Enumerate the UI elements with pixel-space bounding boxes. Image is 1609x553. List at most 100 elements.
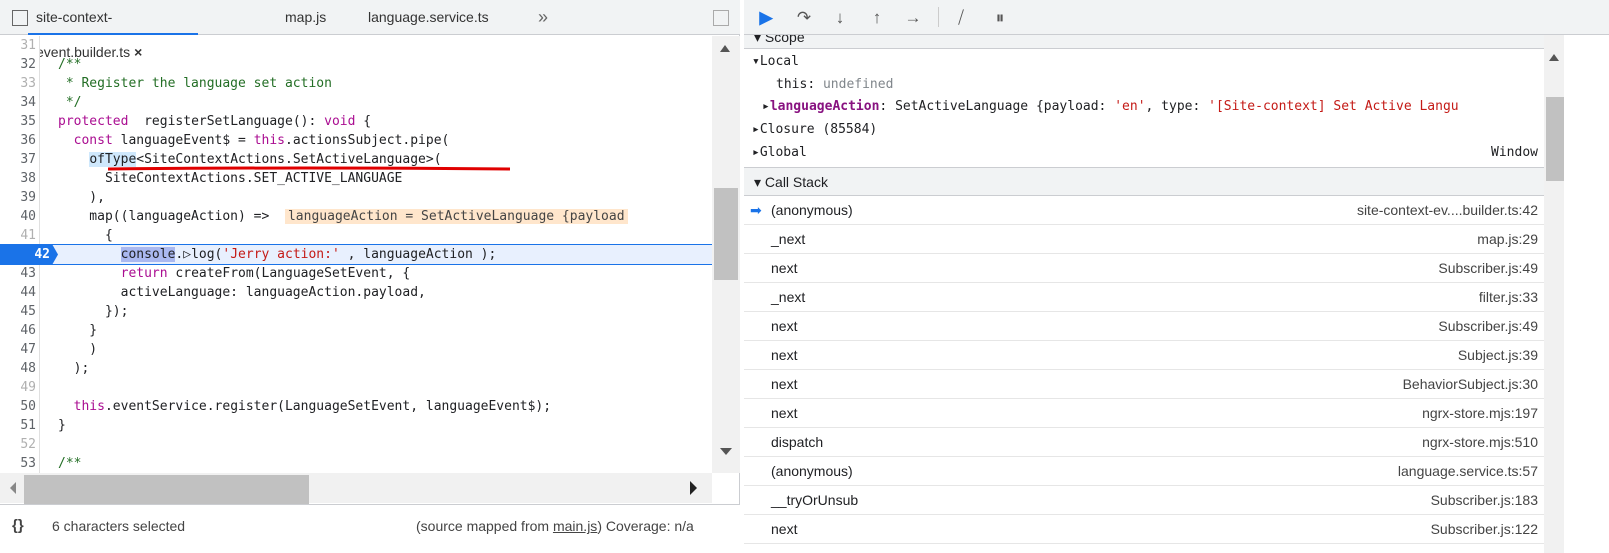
- code-line: /**: [58, 454, 81, 473]
- line-number[interactable]: 52: [0, 435, 36, 454]
- code-token: });: [58, 304, 129, 319]
- frame-location: BehaviorSubject.js:30: [1402, 376, 1538, 392]
- code-token: const: [73, 133, 113, 148]
- code-token: ),: [58, 190, 105, 205]
- line-number[interactable]: 40: [0, 207, 36, 226]
- scope-local[interactable]: ▾Local: [752, 51, 799, 73]
- vertical-scroll-thumb[interactable]: [714, 188, 738, 280]
- resume-icon[interactable]: ▶: [754, 6, 778, 30]
- line-number[interactable]: 43: [0, 264, 36, 283]
- line-number[interactable]: 35: [0, 112, 36, 131]
- step-into-icon[interactable]: ↓: [828, 6, 852, 30]
- code-token: protected: [58, 114, 129, 129]
- call-frame[interactable]: __tryOrUnsub Subscriber.js:183: [744, 486, 1544, 515]
- mapped-suffix: ): [597, 518, 602, 534]
- line-number[interactable]: 50: [0, 397, 36, 416]
- code-line: * Register the language set action: [58, 74, 332, 93]
- step-over-icon[interactable]: ↷: [792, 6, 816, 30]
- line-number[interactable]: 32: [0, 55, 36, 74]
- tab-site-context-event-builder[interactable]: site-context-event.builder.ts ×: [28, 0, 198, 60]
- line-number[interactable]: 45: [0, 302, 36, 321]
- pause-on-exceptions-icon[interactable]: ⏸: [988, 6, 1012, 30]
- sidebar-vertical-scrollbar[interactable]: [1544, 35, 1564, 553]
- call-frame[interactable]: next Subject.js:39: [744, 341, 1544, 370]
- tab-language-service[interactable]: language.service.ts: [368, 0, 489, 35]
- call-frame[interactable]: _next map.js:29: [744, 225, 1544, 254]
- frame-function: next: [771, 260, 798, 276]
- call-frame[interactable]: ➡ (anonymous) site-context-ev....builder.t…: [744, 196, 1544, 225]
- line-number[interactable]: 37: [0, 150, 36, 169]
- deactivate-breakpoints-icon[interactable]: ⧸: [949, 6, 973, 30]
- line-number[interactable]: 38: [0, 169, 36, 188]
- sidebar-scroll-thumb[interactable]: [1546, 97, 1564, 181]
- scroll-right-icon[interactable]: [690, 481, 697, 495]
- this-key: this: [776, 77, 808, 92]
- toggle-navigator-icon[interactable]: [12, 10, 28, 26]
- step-out-icon[interactable]: ↑: [865, 6, 889, 30]
- language-action-class: SetActiveLanguage {payload:: [895, 99, 1115, 114]
- line-number[interactable]: 48: [0, 359, 36, 378]
- frame-location: Subscriber.js:49: [1438, 318, 1538, 334]
- line-number[interactable]: 34: [0, 93, 36, 112]
- call-frame[interactable]: next BehaviorSubject.js:30: [744, 370, 1544, 399]
- breakpoint-marker[interactable]: 42: [0, 244, 58, 265]
- call-frame[interactable]: (anonymous) language.service.ts:57: [744, 457, 1544, 486]
- line-number[interactable]: 47: [0, 340, 36, 359]
- code-token: .eventService.register(LanguageSetEvent,…: [104, 399, 552, 414]
- line-number[interactable]: 51: [0, 416, 36, 435]
- tab-map-js[interactable]: map.js: [285, 0, 326, 35]
- more-tabs-icon[interactable]: »: [538, 0, 548, 35]
- toolbar-divider: [938, 7, 939, 27]
- main-js-link[interactable]: main.js: [553, 518, 597, 534]
- call-stack-section-header[interactable]: ▾ Call Stack: [744, 167, 1544, 196]
- line-number[interactable]: 36: [0, 131, 36, 150]
- call-frame[interactable]: dispatch ngrx-store.mjs:510: [744, 428, 1544, 457]
- scope-section-header[interactable]: ▾ Scope: [744, 35, 1544, 49]
- line-number[interactable]: 44: [0, 283, 36, 302]
- call-frame[interactable]: next Subscriber.js:49: [744, 312, 1544, 341]
- call-frame[interactable]: next ngrx-store.mjs:197: [744, 399, 1544, 428]
- scroll-down-icon[interactable]: [720, 448, 732, 461]
- call-frame[interactable]: _next filter.js:33: [744, 283, 1544, 312]
- editor-vertical-scrollbar[interactable]: [712, 36, 740, 473]
- scope-language-action[interactable]: ▸languageAction: SetActiveLanguage {payl…: [762, 96, 1544, 118]
- code-line: this.eventService.register(LanguageSetEv…: [58, 397, 551, 416]
- code-line: ): [58, 340, 97, 359]
- code-line: /**: [58, 55, 81, 74]
- frame-function: (anonymous): [771, 463, 853, 479]
- scroll-left-icon[interactable]: [10, 482, 16, 494]
- code-token: ): [58, 342, 98, 357]
- code-token: {: [58, 228, 113, 243]
- frame-location: filter.js:33: [1478, 289, 1538, 305]
- step-icon[interactable]: →: [901, 6, 925, 30]
- scroll-up-icon[interactable]: [1549, 49, 1559, 61]
- frame-function: _next: [771, 231, 806, 247]
- line-number[interactable]: 41: [0, 226, 36, 245]
- line-number[interactable]: 46: [0, 321, 36, 340]
- horizontal-scroll-thumb[interactable]: [24, 475, 309, 504]
- line-number[interactable]: 31: [0, 36, 36, 55]
- scope-title: Scope: [764, 35, 805, 45]
- call-frame[interactable]: next Subscriber.js:122: [744, 515, 1544, 544]
- code-token: map((languageAction) =>: [58, 209, 285, 224]
- scroll-up-icon[interactable]: [720, 40, 730, 52]
- type-key: , type:: [1145, 99, 1209, 114]
- line-number[interactable]: 53: [0, 454, 36, 473]
- editor-horizontal-scrollbar[interactable]: [0, 473, 712, 504]
- pretty-print-icon[interactable]: {}: [12, 505, 24, 547]
- line-number[interactable]: 39: [0, 188, 36, 207]
- call-frame[interactable]: next Subscriber.js:49: [744, 254, 1544, 283]
- frame-function: next: [771, 405, 798, 421]
- scope-global[interactable]: ▸Global Window: [752, 142, 1538, 164]
- frame-location: Subscriber.js:49: [1438, 260, 1538, 276]
- scope-closure[interactable]: ▸Closure (85584): [752, 119, 877, 141]
- code-token: {: [355, 114, 372, 129]
- toggle-debugger-icon[interactable]: [713, 10, 729, 26]
- local-label: Local: [759, 54, 799, 69]
- code-line: return createFrom(LanguageSetEvent, {: [58, 264, 411, 283]
- code-editor[interactable]: 31 32 /** 33 * Register the language set ac…: [0, 36, 712, 473]
- code-line: ),: [58, 188, 105, 207]
- line-number[interactable]: 49: [0, 378, 36, 397]
- line-number[interactable]: 33: [0, 74, 36, 93]
